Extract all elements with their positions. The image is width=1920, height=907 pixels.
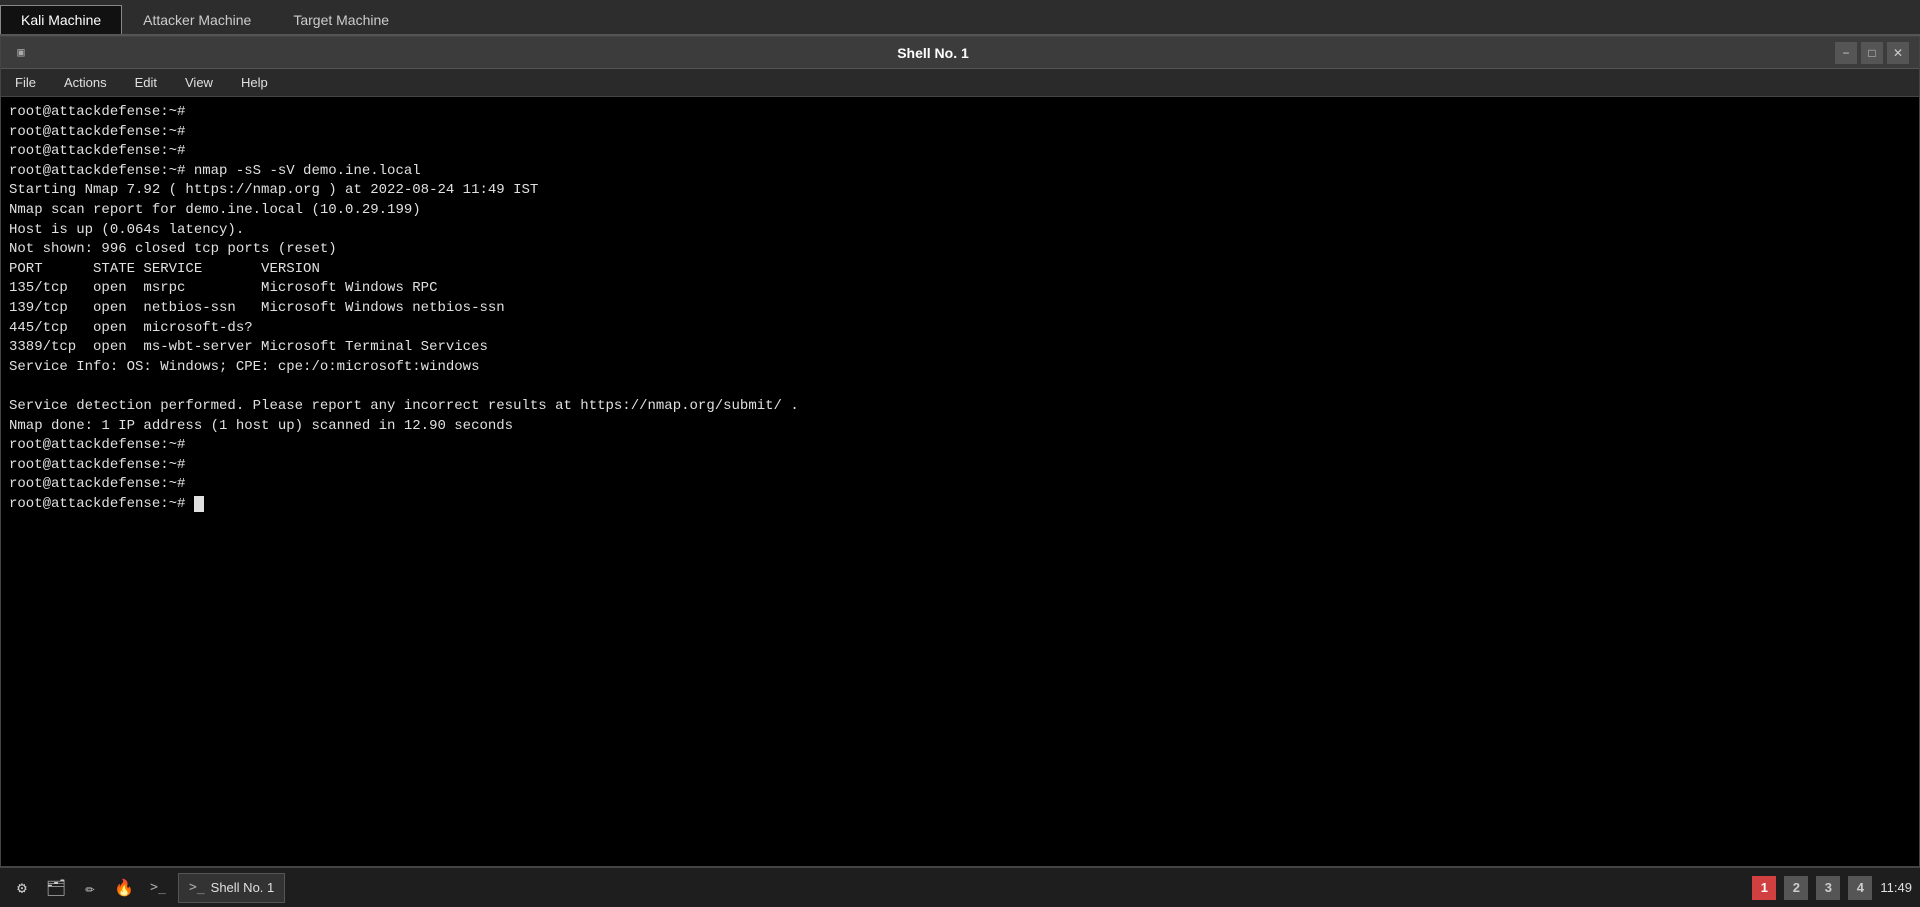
taskbar-terminal-icon[interactable]: >_ [144,874,172,902]
taskbar-right: 1 2 3 4 11:49 [1752,876,1912,900]
tab-attacker-machine[interactable]: Attacker Machine [122,5,272,34]
terminal-window: ▣ Shell No. 1 − □ ✕ File Actions Edit Vi… [0,36,1920,867]
taskbar-firefox-icon[interactable]: 🔥 [110,874,138,902]
taskbar-shell-app[interactable]: >_ Shell No. 1 [178,873,285,903]
terminal-output[interactable]: root@attackdefense:~# root@attackdefense… [1,97,1919,866]
menu-view[interactable]: View [179,73,219,92]
pager-4-button[interactable]: 4 [1848,876,1872,900]
window-controls: − □ ✕ [1835,42,1909,64]
tab-bar: Kali Machine Attacker Machine Target Mac… [0,0,1920,36]
terminal-cursor [194,496,204,512]
menu-actions[interactable]: Actions [58,73,113,92]
menu-bar: File Actions Edit View Help [1,69,1919,97]
taskbar-settings-icon[interactable]: ⚙ [8,874,36,902]
tab-kali-machine[interactable]: Kali Machine [0,5,122,34]
menu-edit[interactable]: Edit [129,73,163,92]
window-title: Shell No. 1 [31,45,1835,61]
taskbar-app-label: Shell No. 1 [211,880,275,895]
title-bar-left: ▣ [11,43,31,63]
taskbar-left: ⚙ 🗂 ✏ 🔥 >_ >_ Shell No. 1 [8,873,285,903]
menu-help[interactable]: Help [235,73,274,92]
minimize-button[interactable]: − [1835,42,1857,64]
terminal-app-icon: ▣ [11,43,31,63]
close-button[interactable]: ✕ [1887,42,1909,64]
maximize-button[interactable]: □ [1861,42,1883,64]
title-bar: ▣ Shell No. 1 − □ ✕ [1,37,1919,69]
taskbar-editor-icon[interactable]: ✏ [76,874,104,902]
menu-file[interactable]: File [9,73,42,92]
tab-target-machine[interactable]: Target Machine [272,5,410,34]
pager-3-button[interactable]: 3 [1816,876,1840,900]
pager-1-button[interactable]: 1 [1752,876,1776,900]
pager-2-button[interactable]: 2 [1784,876,1808,900]
taskbar-files-icon[interactable]: 🗂 [42,874,70,902]
clock: 11:49 [1880,880,1912,895]
taskbar: ⚙ 🗂 ✏ 🔥 >_ >_ Shell No. 1 1 2 3 4 11:49 [0,867,1920,907]
